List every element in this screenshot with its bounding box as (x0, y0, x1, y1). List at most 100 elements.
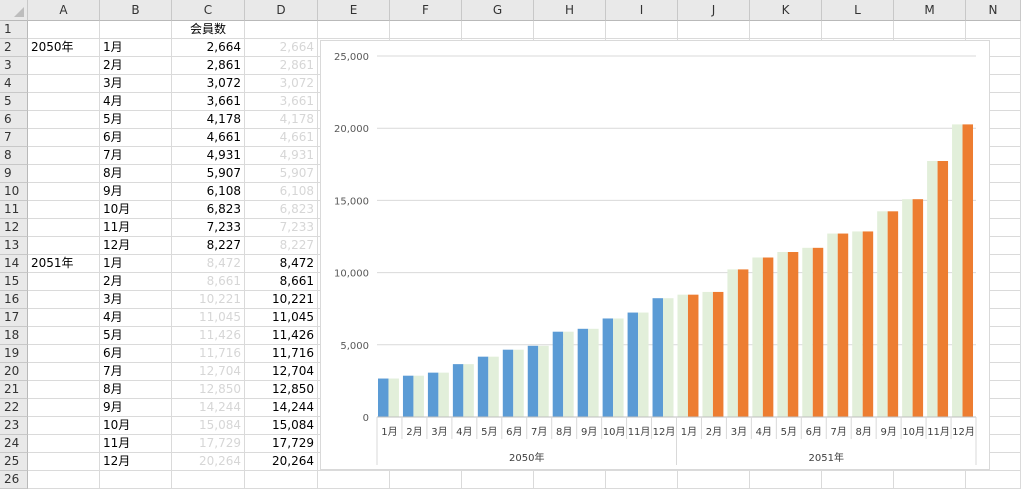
column-header-h[interactable]: H (534, 0, 606, 21)
cell-d15[interactable]: 8,661 (245, 273, 318, 291)
cell-h1[interactable] (534, 21, 606, 39)
cell-b22[interactable]: 9月 (100, 399, 172, 417)
row-header-23[interactable]: 23 (0, 417, 28, 435)
cell-m1[interactable] (894, 21, 966, 39)
cell-b20[interactable]: 7月 (100, 363, 172, 381)
cell-c5[interactable]: 3,661 (172, 93, 245, 111)
cell-f26[interactable] (390, 471, 462, 489)
column-header-b[interactable]: B (100, 0, 172, 21)
cell-d17[interactable]: 11,045 (245, 309, 318, 327)
cell-a4[interactable] (28, 75, 100, 93)
cell-k1[interactable] (750, 21, 822, 39)
row-header-3[interactable]: 3 (0, 57, 28, 75)
row-header-10[interactable]: 10 (0, 183, 28, 201)
cell-b11[interactable]: 10月 (100, 201, 172, 219)
cell-c25[interactable]: 20,264 (172, 453, 245, 471)
cell-c6[interactable]: 4,178 (172, 111, 245, 129)
cell-b5[interactable]: 4月 (100, 93, 172, 111)
cell-a18[interactable] (28, 327, 100, 345)
row-header-2[interactable]: 2 (0, 39, 28, 57)
cell-c1[interactable]: 会員数 (172, 21, 245, 39)
row-header-16[interactable]: 16 (0, 291, 28, 309)
row-header-21[interactable]: 21 (0, 381, 28, 399)
column-header-f[interactable]: F (390, 0, 462, 21)
cell-b2[interactable]: 1月 (100, 39, 172, 57)
row-header-11[interactable]: 11 (0, 201, 28, 219)
cell-a17[interactable] (28, 309, 100, 327)
cell-a13[interactable] (28, 237, 100, 255)
row-header-9[interactable]: 9 (0, 165, 28, 183)
cell-c8[interactable]: 4,931 (172, 147, 245, 165)
row-header-18[interactable]: 18 (0, 327, 28, 345)
cell-d24[interactable]: 17,729 (245, 435, 318, 453)
cell-i1[interactable] (606, 21, 678, 39)
row-header-4[interactable]: 4 (0, 75, 28, 93)
row-header-26[interactable]: 26 (0, 471, 28, 489)
row-header-13[interactable]: 13 (0, 237, 28, 255)
cell-b4[interactable]: 3月 (100, 75, 172, 93)
cell-d16[interactable]: 10,221 (245, 291, 318, 309)
cell-l1[interactable] (822, 21, 894, 39)
cell-c12[interactable]: 7,233 (172, 219, 245, 237)
cell-b24[interactable]: 11月 (100, 435, 172, 453)
cell-a12[interactable] (28, 219, 100, 237)
column-header-c[interactable]: C (172, 0, 245, 21)
cell-c11[interactable]: 6,823 (172, 201, 245, 219)
cell-f1[interactable] (390, 21, 462, 39)
cell-a20[interactable] (28, 363, 100, 381)
cell-c22[interactable]: 14,244 (172, 399, 245, 417)
cell-e26[interactable] (318, 471, 390, 489)
cell-a8[interactable] (28, 147, 100, 165)
cell-a19[interactable] (28, 345, 100, 363)
cell-a15[interactable] (28, 273, 100, 291)
cell-d9[interactable]: 5,907 (245, 165, 318, 183)
cell-d20[interactable]: 12,704 (245, 363, 318, 381)
cell-b12[interactable]: 11月 (100, 219, 172, 237)
cell-a3[interactable] (28, 57, 100, 75)
cell-b15[interactable]: 2月 (100, 273, 172, 291)
row-header-15[interactable]: 15 (0, 273, 28, 291)
cell-c7[interactable]: 4,661 (172, 129, 245, 147)
cell-c20[interactable]: 12,704 (172, 363, 245, 381)
select-all-corner[interactable] (0, 0, 28, 21)
cell-c14[interactable]: 8,472 (172, 255, 245, 273)
row-header-12[interactable]: 12 (0, 219, 28, 237)
cell-b8[interactable]: 7月 (100, 147, 172, 165)
cell-d1[interactable] (245, 21, 318, 39)
cell-a7[interactable] (28, 129, 100, 147)
cell-b7[interactable]: 6月 (100, 129, 172, 147)
column-header-a[interactable]: A (28, 0, 100, 21)
cell-c10[interactable]: 6,108 (172, 183, 245, 201)
cell-a22[interactable] (28, 399, 100, 417)
cell-n26[interactable] (966, 471, 1021, 489)
cell-a5[interactable] (28, 93, 100, 111)
cell-g26[interactable] (462, 471, 534, 489)
cell-c21[interactable]: 12,850 (172, 381, 245, 399)
cell-a24[interactable] (28, 435, 100, 453)
row-header-1[interactable]: 1 (0, 21, 28, 39)
cell-d12[interactable]: 7,233 (245, 219, 318, 237)
cell-a14[interactable]: 2051年 (28, 255, 100, 273)
row-header-24[interactable]: 24 (0, 435, 28, 453)
cell-b14[interactable]: 1月 (100, 255, 172, 273)
row-header-7[interactable]: 7 (0, 129, 28, 147)
cell-c9[interactable]: 5,907 (172, 165, 245, 183)
cell-c16[interactable]: 10,221 (172, 291, 245, 309)
cell-a9[interactable] (28, 165, 100, 183)
row-header-17[interactable]: 17 (0, 309, 28, 327)
cell-a2[interactable]: 2050年 (28, 39, 100, 57)
cell-b1[interactable] (100, 21, 172, 39)
cell-a25[interactable] (28, 453, 100, 471)
cell-d26[interactable] (245, 471, 318, 489)
cell-a23[interactable] (28, 417, 100, 435)
row-header-14[interactable]: 14 (0, 255, 28, 273)
cell-a1[interactable] (28, 21, 100, 39)
row-header-19[interactable]: 19 (0, 345, 28, 363)
column-header-n[interactable]: N (966, 0, 1021, 21)
cell-b13[interactable]: 12月 (100, 237, 172, 255)
cell-c4[interactable]: 3,072 (172, 75, 245, 93)
cell-b21[interactable]: 8月 (100, 381, 172, 399)
cell-d25[interactable]: 20,264 (245, 453, 318, 471)
cell-a10[interactable] (28, 183, 100, 201)
cell-b23[interactable]: 10月 (100, 417, 172, 435)
